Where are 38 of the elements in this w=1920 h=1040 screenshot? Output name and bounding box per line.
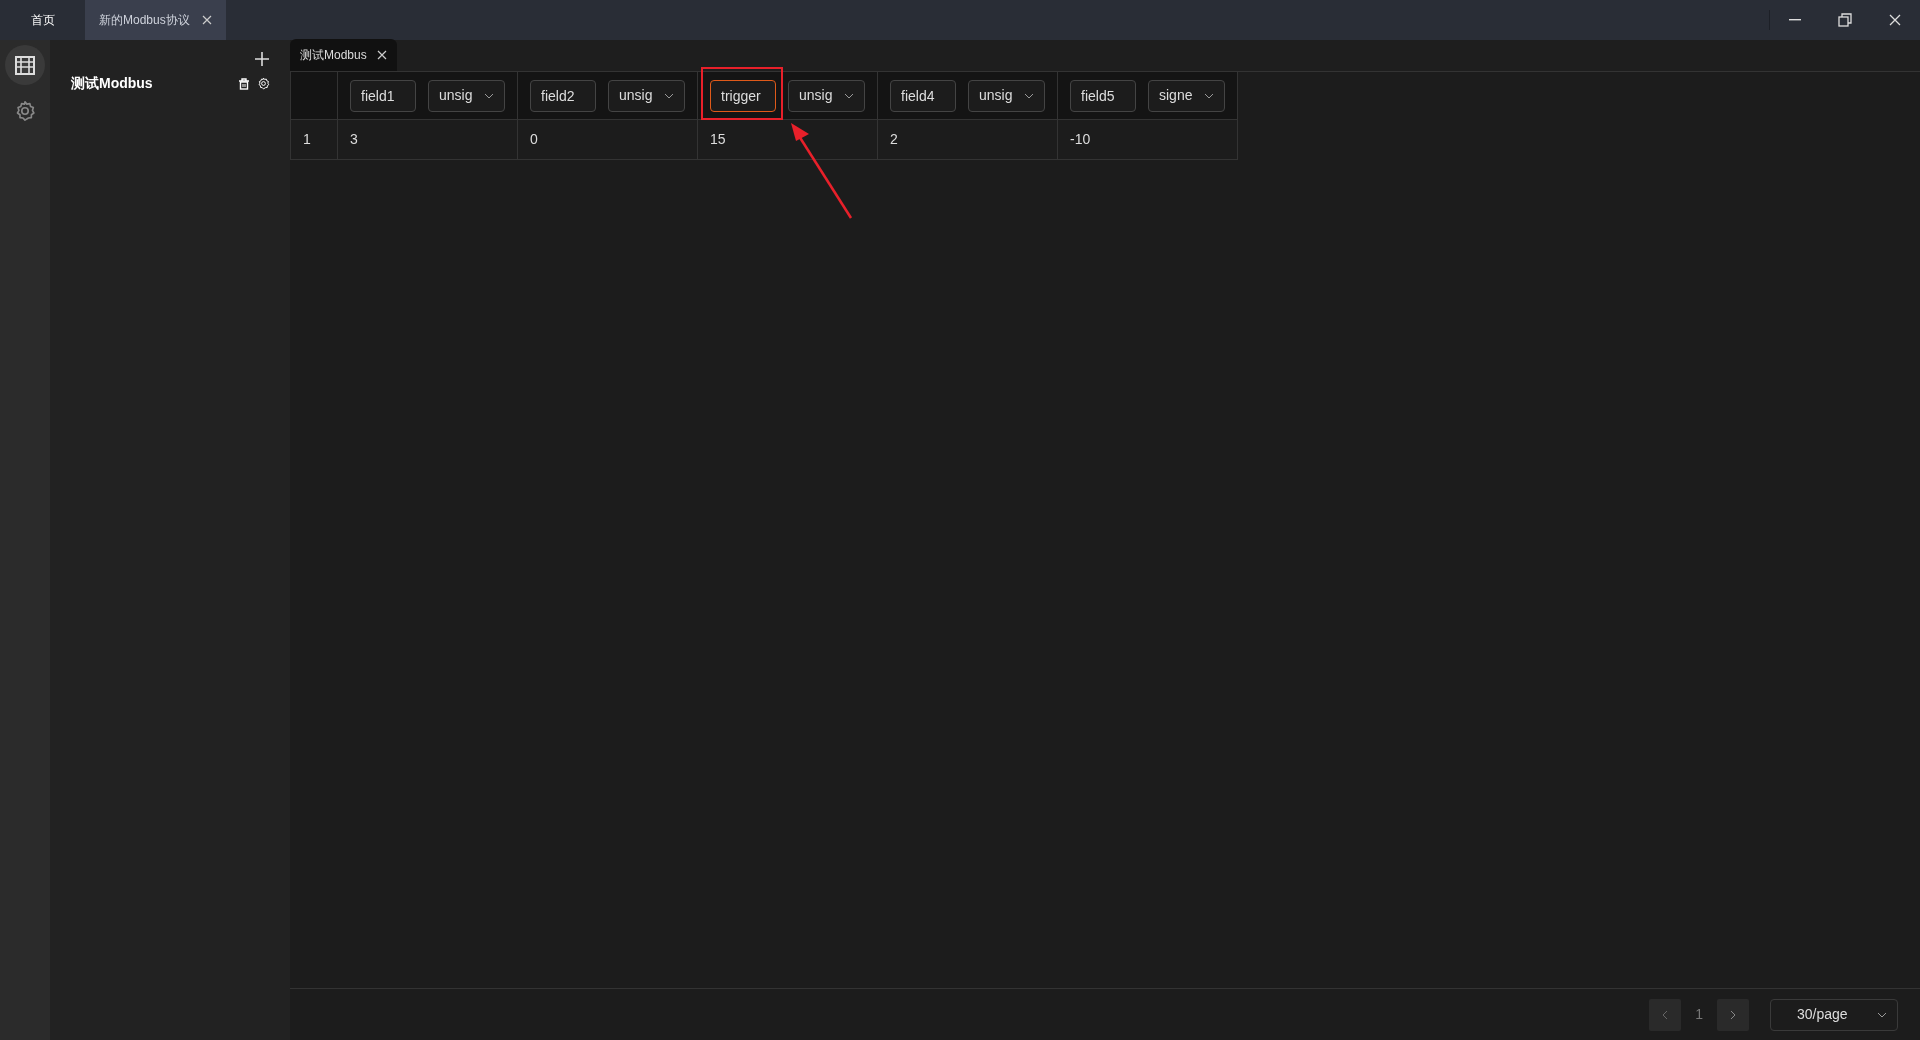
chevron-down-icon bbox=[484, 92, 494, 99]
window-tab[interactable]: 新的Modbus协议 bbox=[85, 0, 226, 40]
window-tab[interactable]: 首页 bbox=[0, 0, 85, 40]
type-select[interactable]: unsig bbox=[788, 79, 865, 112]
row-number: 1 bbox=[291, 120, 338, 160]
page-size-select[interactable]: 30/page bbox=[1770, 998, 1898, 1031]
column-name-field[interactable]: field1 bbox=[350, 79, 416, 112]
trash-icon[interactable] bbox=[238, 77, 250, 90]
restore-icon bbox=[1838, 13, 1852, 27]
minimize-icon bbox=[1789, 19, 1801, 21]
chevron-down-icon bbox=[1877, 1011, 1887, 1018]
chevron-down-icon bbox=[1204, 92, 1214, 99]
chevron-down-icon bbox=[1024, 92, 1034, 99]
type-select[interactable]: signe bbox=[1148, 79, 1225, 112]
chevron-left-icon bbox=[1662, 1009, 1669, 1020]
chevron-right-icon bbox=[1730, 1009, 1736, 1020]
close-icon bbox=[1889, 14, 1901, 26]
settings-icon bbox=[14, 100, 36, 122]
close-icon[interactable] bbox=[376, 50, 387, 60]
table-cell: 15 bbox=[698, 120, 878, 160]
chevron-down-icon bbox=[844, 92, 854, 99]
table-cell: 0 bbox=[518, 120, 698, 160]
close-icon[interactable] bbox=[201, 15, 212, 25]
sidebar-item[interactable]: 测试Modbus bbox=[71, 73, 238, 94]
document-tab[interactable]: 测试Modbus bbox=[290, 39, 397, 71]
chevron-down-icon bbox=[664, 92, 674, 99]
settings-icon[interactable] bbox=[257, 77, 270, 90]
column-name-field[interactable]: field5 bbox=[1070, 79, 1136, 112]
table-cell: -10 bbox=[1058, 120, 1238, 160]
table-cell: 2 bbox=[878, 120, 1058, 160]
type-select[interactable]: unsig bbox=[968, 79, 1045, 112]
column-name-field[interactable]: field2 bbox=[530, 79, 596, 112]
column-name-field[interactable]: trigger bbox=[710, 79, 776, 112]
column-name-field[interactable]: field4 bbox=[890, 79, 956, 112]
page-number[interactable]: 1 bbox=[1695, 1004, 1703, 1025]
type-select[interactable]: unsig bbox=[428, 79, 505, 112]
table-cell: 3 bbox=[338, 120, 518, 160]
type-select[interactable]: unsig bbox=[608, 79, 685, 112]
